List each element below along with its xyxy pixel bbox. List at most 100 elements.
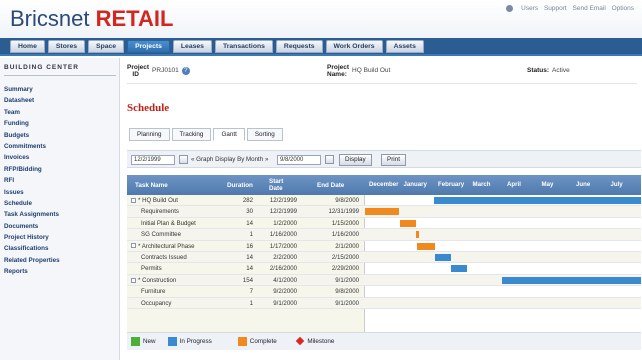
sidebar-item-project-history[interactable]: Project History [4, 232, 116, 243]
display-button[interactable]: Display [339, 154, 372, 166]
sidebar-item-team[interactable]: Team [4, 107, 116, 118]
legend-label: In Progress [179, 338, 212, 345]
nav-tab-projects[interactable]: Projects [127, 40, 170, 53]
sidebar-item-funding[interactable]: Funding [4, 118, 116, 129]
gantt-bar-complete[interactable] [400, 219, 416, 227]
sidebar-item-commitments[interactable]: Commitments [4, 141, 116, 152]
month-march: March [472, 181, 491, 188]
tab-tracking[interactable]: Tracking [171, 128, 212, 141]
task-end-date: 1/15/2000 [331, 219, 359, 227]
task-name[interactable]: Permits [141, 263, 231, 274]
gantt-row[interactable]: * HQ Build Out 282 12/2/1999 9/8/2000 [127, 195, 641, 207]
graph-display-label[interactable]: « Graph Display By Month » [191, 156, 268, 163]
gantt-row[interactable]: * Construction 154 4/1/2000 9/1/2000 [127, 274, 641, 287]
project-status-field: Status: Active [527, 64, 570, 78]
tab-gantt[interactable]: Gantt [213, 128, 245, 141]
task-checkbox[interactable] [131, 197, 136, 203]
sidebar-item-schedule[interactable]: Schedule [4, 198, 116, 209]
gantt-row[interactable]: Initial Plan & Budget 14 1/2/2000 1/15/2000 [127, 218, 641, 230]
start-date-input[interactable]: 12/2/1999 [131, 155, 175, 165]
task-name[interactable]: * HQ Build Out [131, 195, 221, 206]
gantt-row[interactable]: * Architectural Phase 16 1/17/2000 2/1/2000 [127, 241, 641, 252]
nav-tab-transactions[interactable]: Transactions [214, 40, 273, 53]
logo-part2: RETAIL [95, 6, 174, 31]
gantt-bar-track [365, 195, 641, 206]
top-link-options[interactable]: Options [612, 5, 634, 12]
task-checkbox[interactable] [131, 277, 136, 283]
task-name[interactable]: * Construction [131, 275, 221, 286]
sidebar-item-budgets[interactable]: Budgets [4, 130, 116, 141]
sidebar-item-documents[interactable]: Documents [4, 221, 116, 232]
gantt-row[interactable]: Contracts Issued 14 2/2/2000 2/15/2000 [127, 252, 641, 264]
task-name[interactable]: Furniture [141, 286, 231, 297]
gantt-row[interactable]: SG Committee 1 1/16/2000 1/16/2000 [127, 229, 641, 241]
nav-tab-leases[interactable]: Leases [172, 40, 212, 53]
end-calendar-icon[interactable] [325, 155, 334, 164]
task-name[interactable]: Requirements [141, 206, 231, 217]
task-end-date: 9/1/2000 [335, 276, 359, 284]
task-name[interactable]: SG Committee [141, 229, 231, 240]
gantt-bar-track [365, 275, 641, 286]
gantt-bar-in-progress[interactable] [450, 265, 467, 273]
tab-sorting[interactable]: Sorting [246, 128, 283, 141]
sidebar-item-rfi[interactable]: RFI [4, 175, 116, 186]
task-name[interactable]: Contracts Issued [141, 252, 231, 263]
start-calendar-icon[interactable] [179, 155, 188, 164]
end-date-input[interactable]: 9/8/2000 [277, 155, 321, 165]
col-task-name[interactable]: Task Name [135, 175, 225, 195]
gantt-row[interactable]: Permits 14 2/16/2000 2/29/2000 [127, 263, 641, 275]
sidebar-item-datasheet[interactable]: Datasheet [4, 95, 116, 106]
task-duration: 16 [246, 242, 253, 250]
task-duration: 14 [246, 265, 253, 273]
sidebar-item-issues[interactable]: Issues [4, 187, 116, 198]
gantt-row[interactable]: Requirements 30 12/2/1999 12/31/1999 [127, 206, 641, 218]
gantt-bar-complete[interactable] [415, 231, 419, 239]
nav-tab-requests[interactable]: Requests [275, 40, 323, 53]
legend-swatch [131, 337, 140, 346]
legend-label: New [143, 338, 156, 345]
gantt-bar-track [365, 252, 641, 263]
gantt-row[interactable]: Occupancy 1 9/1/2000 9/1/2000 [127, 297, 641, 309]
col-start-date[interactable]: Start Date [269, 175, 295, 195]
nav-tab-work-orders[interactable]: Work Orders [325, 40, 383, 53]
sidebar-item-task-assignments[interactable]: Task Assignments [4, 209, 116, 220]
gantt-row[interactable]: Furniture 7 9/2/2000 9/8/2000 [127, 286, 641, 298]
task-name-text: Furniture [141, 288, 166, 296]
task-start-date: 1/2/2000 [273, 219, 297, 227]
nav-tab-stores[interactable]: Stores [47, 40, 86, 53]
gantt-bar-complete[interactable] [365, 208, 399, 216]
task-name[interactable]: Initial Plan & Budget [141, 218, 231, 229]
task-end-date: 1/16/2000 [331, 231, 359, 239]
main-content: Project IDPRJ0101? Project Name:HQ Build … [121, 58, 642, 360]
col-duration[interactable]: Duration [227, 175, 261, 195]
nav-tab-home[interactable]: Home [10, 40, 45, 53]
task-name-text: Occupancy [141, 299, 172, 307]
print-button[interactable]: Print [381, 154, 406, 166]
sidebar-item-invoices[interactable]: Invoices [4, 152, 116, 163]
sidebar-item-reports[interactable]: Reports [4, 266, 116, 277]
top-link-users[interactable]: Users [521, 5, 538, 12]
nav-tab-assets[interactable]: Assets [385, 40, 424, 53]
task-checkbox[interactable] [131, 243, 136, 249]
top-link-send-email[interactable]: Send Email [573, 5, 606, 12]
tab-planning[interactable]: Planning [129, 128, 170, 141]
task-name[interactable]: Occupancy [141, 298, 231, 309]
sidebar-item-classifications[interactable]: Classifications [4, 243, 116, 254]
app-logo[interactable]: Bricsnet RETAIL [10, 6, 173, 32]
gantt-bar-in-progress[interactable] [501, 276, 641, 284]
gantt-bar-complete[interactable] [417, 242, 436, 250]
sidebar-item-summary[interactable]: Summary [4, 84, 116, 95]
info-icon[interactable]: ? [181, 67, 190, 75]
top-link-support[interactable]: Support [544, 5, 567, 12]
task-name[interactable]: * Architectural Phase [131, 241, 221, 252]
gantt-bar-in-progress[interactable] [434, 197, 641, 204]
nav-tab-space[interactable]: Space [88, 40, 125, 53]
sidebar-item-related-properties[interactable]: Related Properties [4, 255, 116, 266]
col-end-date[interactable]: End Date [317, 175, 363, 195]
task-start-date: 9/1/2000 [273, 299, 297, 307]
sidebar-item-rfp-bidding[interactable]: RFP/Bidding [4, 164, 116, 175]
project-id-label: Project ID [127, 64, 150, 78]
sidebar: BUILDING CENTER Summary Datasheet Team Fund… [0, 58, 120, 360]
gantt-bar-in-progress[interactable] [435, 254, 451, 261]
task-start-date: 12/2/1999 [269, 208, 297, 216]
